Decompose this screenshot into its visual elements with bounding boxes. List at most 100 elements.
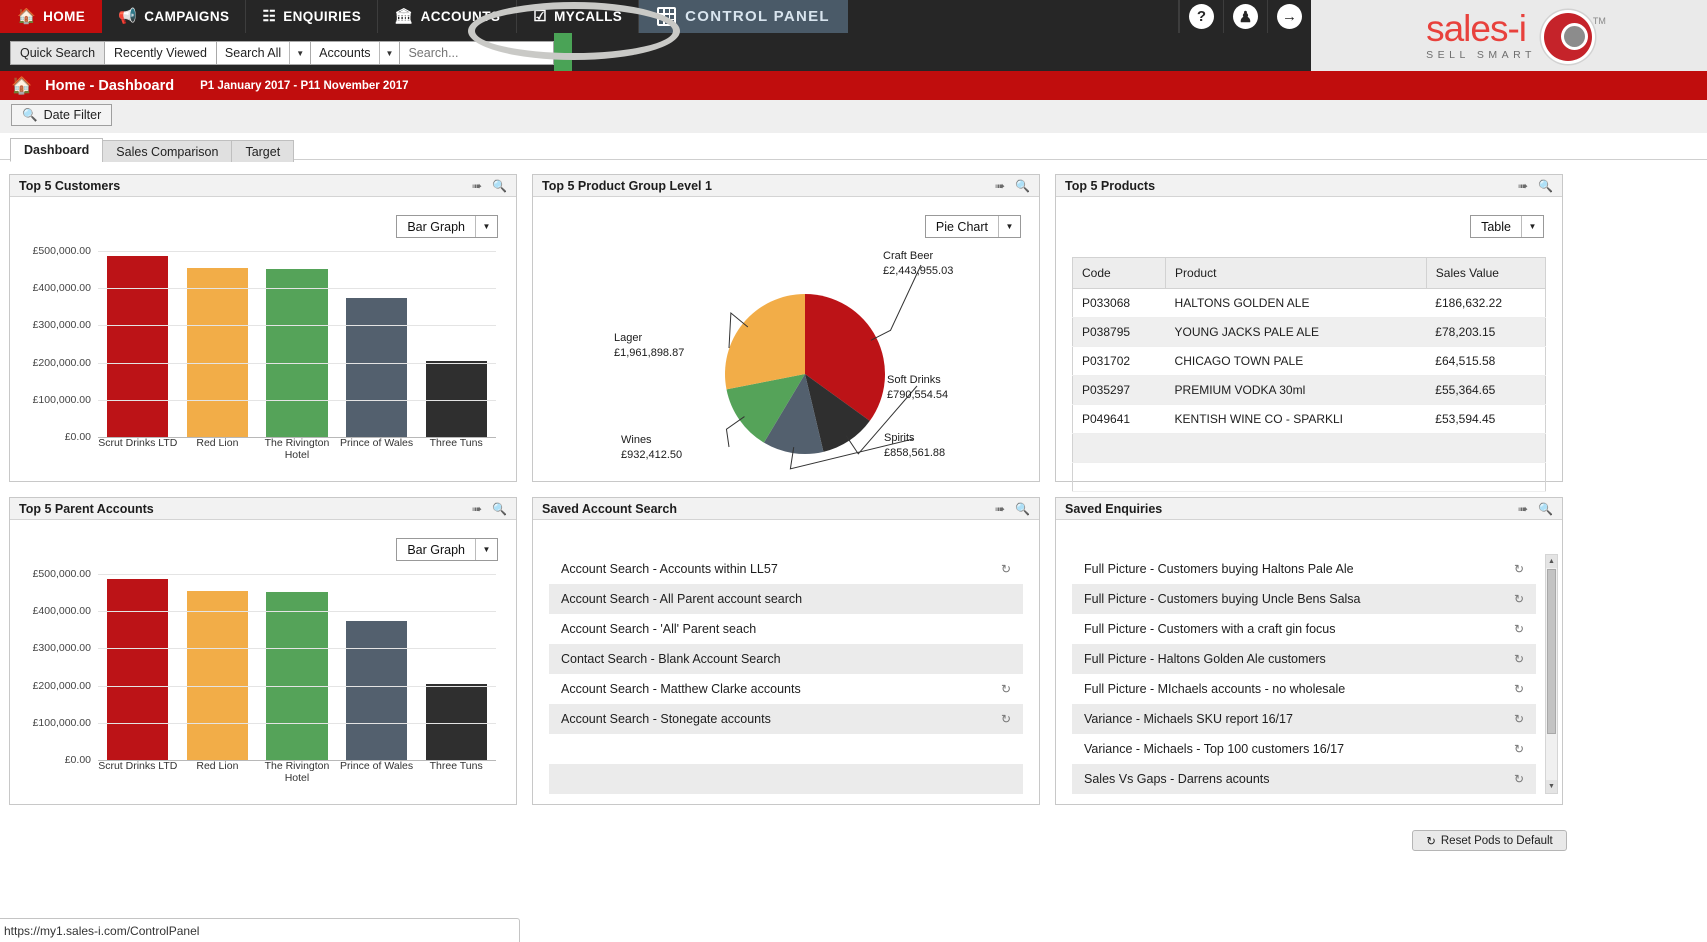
saved-account-search-item[interactable]: Account Search - Matthew Clarke accounts… <box>549 674 1023 704</box>
scrollbar-thumb[interactable] <box>1547 569 1556 734</box>
tab-target[interactable]: Target <box>231 140 295 162</box>
magnifier-icon[interactable]: 🔍 <box>492 180 507 192</box>
logout-button[interactable]: → <box>1267 0 1311 33</box>
nav-item-mycalls[interactable]: ☑ MYCALLS <box>517 0 640 33</box>
grid-line <box>98 288 496 290</box>
bar-column[interactable] <box>257 251 337 437</box>
tab-dashboard[interactable]: Dashboard <box>10 138 104 162</box>
bar[interactable] <box>107 578 169 760</box>
table-row[interactable]: P049641 KENTISH WINE CO - SPARKLI £53,594.… <box>1072 404 1546 434</box>
nav-item-control-panel[interactable]: CONTROL PANEL <box>639 0 848 33</box>
table-row[interactable]: P033068 HALTONS GOLDEN ALE £186,632.22 <box>1072 288 1546 318</box>
reset-pods-button[interactable]: ↻ Reset Pods to Default <box>1412 830 1567 851</box>
chart-type-select-parent-accounts[interactable]: Bar Graph ▼ <box>396 538 498 561</box>
bar[interactable] <box>107 255 169 437</box>
nav-item-campaigns[interactable]: 📢 CAMPAIGNS <box>102 0 247 33</box>
pin-icon[interactable]: ➠ <box>1518 180 1528 192</box>
tab-sales-comparison[interactable]: Sales Comparison <box>102 140 233 162</box>
table-cell: KENTISH WINE CO - SPARKLI <box>1165 404 1427 434</box>
bar[interactable] <box>345 297 408 437</box>
bar-column[interactable] <box>416 574 496 760</box>
refresh-icon[interactable]: ↻ <box>1001 682 1011 696</box>
saved-account-search-item[interactable]: Account Search - Accounts within LL57 ↻ <box>549 554 1023 584</box>
pie-slice[interactable] <box>725 294 805 390</box>
help-button[interactable]: ? <box>1179 0 1223 33</box>
nav-item-home[interactable]: 🏠 HOME <box>0 0 103 33</box>
scroll-up-icon[interactable]: ▲ <box>1546 555 1557 568</box>
saved-enquiry-item[interactable]: Sales Vs Gaps - Darrens acounts ↻ <box>1072 764 1536 794</box>
saved-enquiries-scrollbar[interactable]: ▲ ▼ <box>1545 554 1558 794</box>
saved-account-search-item[interactable]: Contact Search - Blank Account Search <box>549 644 1023 674</box>
refresh-icon[interactable]: ↻ <box>1514 562 1524 576</box>
saved-account-search-item[interactable]: Account Search - Stonegate accounts ↻ <box>549 704 1023 734</box>
bar[interactable] <box>345 620 408 760</box>
bar-column[interactable] <box>257 574 337 760</box>
magnifier-icon[interactable]: 🔍 <box>1538 503 1553 515</box>
bar[interactable] <box>266 268 328 437</box>
saved-enquiry-item[interactable]: Variance - Michaels - Top 100 customers … <box>1072 734 1536 764</box>
saved-enquiry-item[interactable]: Full Picture - Customers buying Uncle Be… <box>1072 584 1536 614</box>
pin-icon[interactable]: ➠ <box>995 180 1005 192</box>
chart-type-select-product-group[interactable]: Pie Chart ▼ <box>924 215 1021 238</box>
refresh-icon[interactable]: ↻ <box>1514 622 1524 636</box>
nav-item-enquiries[interactable]: ☷ ENQUIRIES <box>246 0 379 33</box>
pod-saved-enquiries: Saved Enquiries ➠ 🔍 Full Picture - Custo… <box>1055 497 1563 805</box>
table-cell: P035297 <box>1072 375 1166 405</box>
table-column-header[interactable]: Code <box>1072 257 1167 289</box>
refresh-icon[interactable]: ↻ <box>1514 652 1524 666</box>
bar-column[interactable] <box>337 574 417 760</box>
table-column-header[interactable]: Product <box>1165 257 1427 289</box>
search-input[interactable] <box>399 41 555 65</box>
table-row[interactable]: P038795 YOUNG JACKS PALE ALE £78,203.15 <box>1072 317 1546 347</box>
date-filter-button[interactable]: 🔍 Date Filter <box>11 104 113 126</box>
refresh-icon[interactable]: ↻ <box>1514 772 1524 786</box>
bar-column[interactable] <box>98 574 178 760</box>
user-profile-button[interactable]: ♟ <box>1223 0 1267 33</box>
refresh-icon[interactable]: ↻ <box>1514 682 1524 696</box>
saved-account-search-item[interactable]: Account Search - All Parent account sear… <box>549 584 1023 614</box>
bar-column[interactable] <box>178 251 258 437</box>
bar[interactable] <box>186 267 249 437</box>
saved-enquiry-item[interactable]: Variance - Michaels SKU report 16/17 ↻ <box>1072 704 1536 734</box>
magnifier-icon[interactable]: 🔍 <box>492 503 507 515</box>
list-item-blank <box>549 764 1023 794</box>
refresh-icon[interactable]: ↻ <box>1514 742 1524 756</box>
bar[interactable] <box>266 591 328 760</box>
bar-column[interactable] <box>337 251 417 437</box>
saved-enquiry-item[interactable]: Full Picture - MIchaels accounts - no wh… <box>1072 674 1536 704</box>
chart-type-select-customers[interactable]: Bar Graph ▼ <box>396 215 498 238</box>
pod-header: Top 5 Product Group Level 1 ➠ 🔍 <box>533 175 1039 197</box>
magnifier-icon[interactable]: 🔍 <box>1015 503 1030 515</box>
scroll-down-icon[interactable]: ▼ <box>1546 780 1557 793</box>
saved-enquiry-item[interactable]: Full Picture - Haltons Golden Ale custom… <box>1072 644 1536 674</box>
refresh-icon[interactable]: ↻ <box>1514 712 1524 726</box>
bar-column[interactable] <box>416 251 496 437</box>
chart-type-select-products[interactable]: Table ▼ <box>1470 215 1544 238</box>
refresh-icon[interactable]: ↻ <box>1514 592 1524 606</box>
search-scope-select[interactable]: Search All ▼ <box>215 41 312 65</box>
bar-column[interactable] <box>178 574 258 760</box>
table-row[interactable]: P031702 CHICAGO TOWN PALE £64,515.58 <box>1072 346 1546 376</box>
pin-icon[interactable]: ➠ <box>472 503 482 515</box>
search-go-button[interactable] <box>554 33 573 73</box>
bar[interactable] <box>186 590 249 760</box>
y-axis-tick: £100,000.00 <box>32 716 91 729</box>
recently-viewed-tab[interactable]: Recently Viewed <box>104 41 217 65</box>
search-entity-select[interactable]: Accounts ▼ <box>310 41 401 65</box>
refresh-icon[interactable]: ↻ <box>1001 562 1011 576</box>
magnifier-icon[interactable]: 🔍 <box>1538 180 1553 192</box>
bar-column[interactable] <box>98 251 178 437</box>
pin-icon[interactable]: ➠ <box>1518 503 1528 515</box>
nav-item-accounts[interactable]: 🏛 ACCOUNTS <box>378 0 518 33</box>
table-row[interactable]: P035297 PREMIUM VODKA 30ml £55,364.65 <box>1072 375 1546 405</box>
pin-icon[interactable]: ➠ <box>995 503 1005 515</box>
refresh-icon[interactable]: ↻ <box>1001 712 1011 726</box>
saved-account-search-item[interactable]: Account Search - 'All' Parent seach <box>549 614 1023 644</box>
quick-search-tab[interactable]: Quick Search <box>10 41 106 65</box>
table-column-header[interactable]: Sales Value <box>1426 257 1547 289</box>
saved-enquiry-item[interactable]: Full Picture - Customers buying Haltons … <box>1072 554 1536 584</box>
pin-icon[interactable]: ➠ <box>472 180 482 192</box>
magnifier-icon[interactable]: 🔍 <box>1015 180 1030 192</box>
saved-enquiry-item[interactable]: Full Picture - Customers with a craft gi… <box>1072 614 1536 644</box>
quick-search-bar: Quick Search Recently Viewed Search All … <box>0 33 1311 91</box>
